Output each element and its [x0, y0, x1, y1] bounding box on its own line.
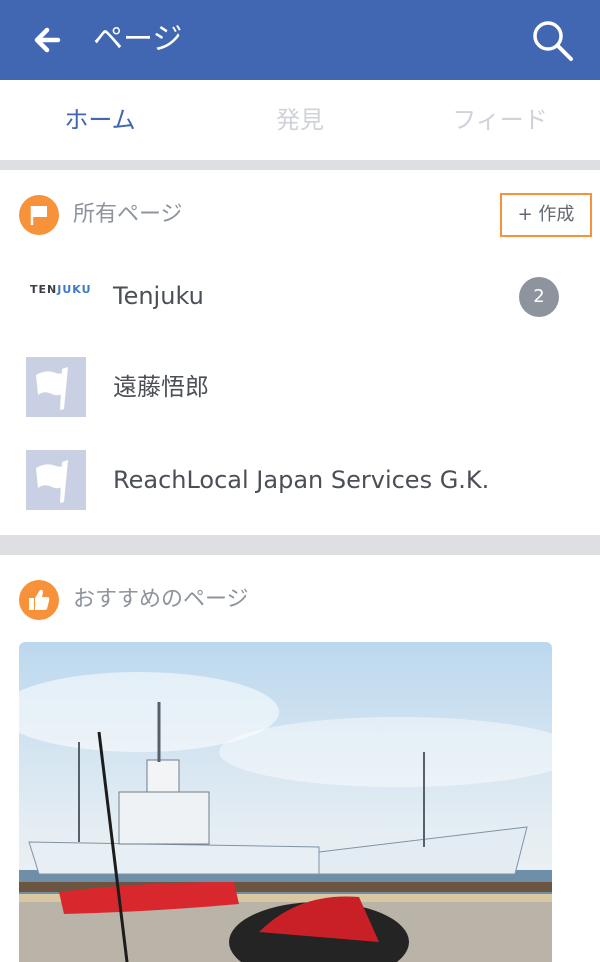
flag-icon: [36, 460, 68, 503]
page-name: Tenjuku: [113, 282, 204, 310]
tenjuku-logo: TENJUKU: [30, 283, 92, 296]
page-name: 遠藤悟郎: [113, 373, 209, 401]
owned-page-item[interactable]: 遠藤悟郎: [0, 341, 600, 435]
flag-icon: [36, 367, 68, 410]
search-icon[interactable]: [528, 16, 576, 64]
page-thumbnail: [26, 450, 86, 510]
section-divider: [0, 160, 600, 170]
notification-badge: 2: [519, 277, 559, 317]
recommended-page-cover-image[interactable]: [19, 642, 552, 962]
recommended-pages-title: おすすめのページ: [73, 587, 249, 612]
back-arrow-icon[interactable]: [28, 20, 68, 60]
section-divider: [0, 535, 600, 555]
tab-discover[interactable]: 発見: [200, 80, 400, 160]
owned-page-item[interactable]: ReachLocal Japan Services G.K.: [0, 434, 600, 528]
tab-feed[interactable]: フィード: [400, 80, 600, 160]
flag-icon: [19, 195, 59, 235]
page-name: ReachLocal Japan Services G.K.: [113, 466, 490, 494]
top-app-bar: ページ: [0, 0, 600, 80]
owned-page-item[interactable]: TENJUKU Tenjuku 2: [0, 250, 600, 344]
thumbs-up-icon: [19, 580, 59, 620]
tab-home[interactable]: ホーム: [0, 80, 200, 160]
page-title: ページ: [93, 22, 183, 57]
page-thumbnail: [26, 357, 86, 417]
owned-pages-title: 所有ページ: [73, 202, 183, 227]
tab-bar: ホーム 発見 フィード: [0, 80, 600, 160]
create-page-button[interactable]: + 作成: [500, 193, 592, 237]
